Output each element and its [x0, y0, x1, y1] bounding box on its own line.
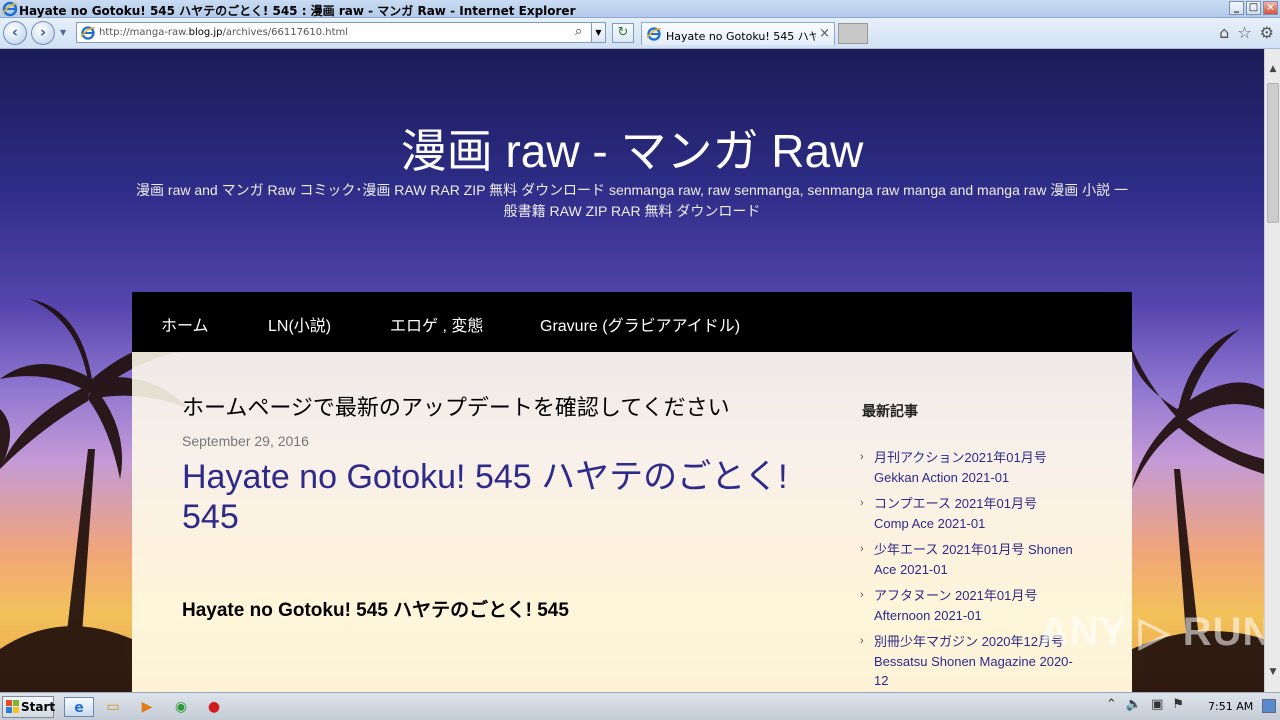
home-icon[interactable]: ⌂	[1219, 23, 1229, 42]
window-controls: _ □ ×	[1229, 1, 1278, 15]
recent-post-item[interactable]: › 月刊アクション2021年01月号 Gekkan Action 2021-01	[860, 448, 1075, 487]
history-dropdown-icon[interactable]: ▼	[60, 28, 66, 37]
tab-favicon-icon	[646, 27, 662, 41]
address-bar[interactable]: http://manga-raw.blog.jp/archives/661176…	[76, 22, 606, 43]
close-button[interactable]: ×	[1263, 1, 1278, 15]
start-label: Start	[21, 700, 56, 714]
bullet-icon: ›	[860, 543, 864, 555]
site-description: 漫画 raw and マンガ Raw コミック･漫画 RAW RAR ZIP 無…	[136, 182, 1128, 219]
scroll-down-icon[interactable]: ▼	[1265, 664, 1280, 680]
menu-item-eroge[interactable]: エロゲ , 変態	[390, 312, 483, 336]
address-domain: blog.jp	[188, 27, 223, 38]
content-area: ホームページで最新のアップデートを確認してください September 29, …	[132, 352, 1132, 692]
menu-item-ln[interactable]: LN(小説)	[268, 312, 331, 336]
start-button[interactable]: Start	[2, 696, 56, 718]
bullet-icon: ›	[860, 497, 864, 509]
vertical-scrollbar[interactable]: ▲ ▼	[1264, 49, 1280, 692]
refresh-icon[interactable]: ↻	[612, 23, 634, 43]
ie-logo-icon	[2, 1, 18, 17]
new-tab-button[interactable]	[838, 23, 868, 44]
post-date: September 29, 2016	[182, 433, 309, 449]
system-tray: ⌃ 🔈 ▣ ⚑	[1106, 697, 1184, 712]
forward-icon[interactable]: ›	[31, 21, 55, 45]
back-icon[interactable]: ‹	[3, 21, 27, 45]
folder-icon[interactable]: ▭	[102, 697, 124, 717]
recent-post-link[interactable]: 月刊アクション2021年01月号 Gekkan Action 2021-01	[874, 450, 1047, 485]
minimize-button[interactable]: _	[1229, 1, 1244, 15]
tools-icon[interactable]: ⚙	[1260, 23, 1274, 42]
window-title: Hayate no Gotoku! 545 ハヤテのごとく! 545 : 漫画 …	[19, 4, 576, 18]
bullet-icon: ›	[860, 635, 864, 647]
post-title[interactable]: Hayate no Gotoku! 545 ハヤテのごとく! 545	[182, 457, 812, 537]
tab-close-icon[interactable]: ×	[819, 26, 830, 41]
recent-post-item[interactable]: › 少年エース 2021年01月号 Shonen Ace 2021-01	[860, 540, 1075, 579]
menu-item-gravure[interactable]: Gravure (グラビアアイドル)	[540, 312, 740, 336]
recent-post-item[interactable]: › コンプエース 2021年01月号 Comp Ace 2021-01	[860, 494, 1075, 533]
scroll-up-icon[interactable]: ▲	[1265, 61, 1280, 77]
recent-post-link[interactable]: 少年エース 2021年01月号 Shonen Ace 2021-01	[874, 542, 1073, 577]
maximize-button[interactable]: □	[1246, 1, 1261, 15]
address-path: /archives/66117610.html	[222, 27, 349, 38]
recent-post-link[interactable]: アフタヌーン 2021年01月号 Afternoon 2021-01	[874, 588, 1037, 623]
recent-posts-list: › 月刊アクション2021年01月号 Gekkan Action 2021-01 …	[860, 448, 1075, 692]
address-dropdown-icon[interactable]: ▼	[591, 23, 605, 42]
favorites-icon[interactable]: ☆	[1237, 23, 1251, 42]
post-heading: Hayate no Gotoku! 545 ハヤテのごとく! 545	[182, 600, 569, 621]
network-icon[interactable]: ▣	[1151, 697, 1163, 712]
menu-item-home[interactable]: ホーム	[161, 312, 209, 336]
scroll-thumb[interactable]	[1267, 83, 1279, 223]
taskbar-ie-icon[interactable]: e	[64, 697, 94, 717]
bullet-icon: ›	[860, 589, 864, 601]
windows-logo-icon	[6, 700, 19, 713]
page-favicon-icon	[80, 26, 96, 40]
update-notice: ホームページで最新のアップデートを確認してください	[182, 395, 730, 420]
media-player-icon[interactable]: ▶	[136, 697, 158, 717]
page-viewport: 漫画 raw - マンガ Raw 漫画 raw and マンガ Raw コミック…	[0, 49, 1264, 692]
search-icon[interactable]: ⌕	[575, 24, 582, 39]
security-warning-icon[interactable]: ●	[203, 697, 225, 717]
site-menu: ホーム LN(小説) エロゲ , 変態 Gravure (グラビアアイドル)	[132, 292, 1132, 352]
address-url[interactable]: http://manga-raw.blog.jp/archives/661176…	[99, 27, 348, 38]
anyrun-watermark: ANY ▷ RUN	[1040, 610, 1264, 654]
recent-post-link[interactable]: コンプエース 2021年01月号 Comp Ace 2021-01	[874, 496, 1037, 531]
site-title[interactable]: 漫画 raw - マンガ Raw	[132, 115, 1132, 181]
taskbar: Start e ▭ ▶ ◉ ● ⌃ 🔈 ▣ ⚑ 7:51 AM	[0, 692, 1280, 720]
window-titlebar[interactable]: Hayate no Gotoku! 545 ハヤテのごとく! 545 : 漫画 …	[0, 0, 1280, 18]
chrome-icon[interactable]: ◉	[170, 697, 192, 717]
sidebar-title: 最新記事	[862, 403, 918, 419]
bullet-icon: ›	[860, 451, 864, 463]
address-prefix: http://manga-raw.	[99, 27, 189, 38]
volume-icon[interactable]: 🔈	[1126, 697, 1142, 712]
browser-tools: ⌂ ☆ ⚙	[1219, 23, 1274, 42]
show-desktop-button[interactable]	[1262, 699, 1276, 713]
tab-title: Hayate no Gotoku! 545 ハヤ...	[666, 30, 816, 43]
taskbar-clock[interactable]: 7:51 AM	[1208, 700, 1253, 713]
flag-icon[interactable]: ⚑	[1172, 697, 1184, 712]
tray-expand-icon[interactable]: ⌃	[1106, 697, 1117, 712]
browser-tab-active[interactable]: Hayate no Gotoku! 545 ハヤ... ×	[641, 22, 835, 45]
browser-navbar: ‹ › ▼ http://manga-raw.blog.jp/archives/…	[0, 18, 1280, 49]
